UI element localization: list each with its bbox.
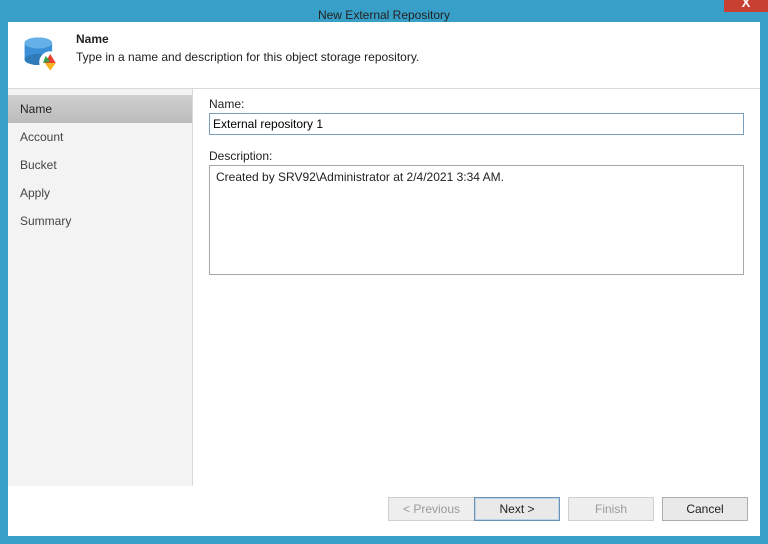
close-button[interactable]: X	[724, 0, 768, 12]
name-input[interactable]: External repository 1	[209, 113, 744, 135]
sidebar-item-bucket[interactable]: Bucket	[8, 151, 192, 179]
header-subtitle: Type in a name and description for this …	[76, 50, 419, 64]
wizard-body: Name Account Bucket Apply Summary Name: …	[8, 89, 760, 486]
sidebar-item-label: Account	[20, 130, 63, 144]
repository-cloud-icon	[20, 32, 64, 76]
nav-button-pair: < Previous Next >	[388, 497, 560, 521]
previous-button: < Previous	[388, 497, 474, 521]
sidebar-item-account[interactable]: Account	[8, 123, 192, 151]
button-label: < Previous	[403, 502, 460, 516]
sidebar-item-label: Apply	[20, 186, 50, 200]
sidebar-item-name[interactable]: Name	[8, 95, 192, 123]
dialog-window: New External Repository X Name Type in a…	[0, 0, 768, 544]
wizard-content: Name: External repository 1 Description:	[193, 89, 760, 486]
header-text: Name Type in a name and description for …	[76, 32, 419, 64]
close-icon: X	[742, 0, 751, 10]
name-input-value: External repository 1	[213, 117, 323, 131]
sidebar-item-label: Bucket	[20, 158, 57, 172]
finish-button: Finish	[568, 497, 654, 521]
description-textarea[interactable]	[209, 165, 744, 275]
window-title: New External Repository	[8, 0, 760, 30]
button-label: Finish	[595, 502, 627, 516]
button-label: Next >	[499, 502, 534, 516]
cancel-button[interactable]: Cancel	[662, 497, 748, 521]
wizard-header: Name Type in a name and description for …	[8, 22, 760, 89]
description-label: Description:	[209, 149, 744, 163]
wizard-steps-sidebar: Name Account Bucket Apply Summary	[8, 89, 193, 486]
next-button[interactable]: Next >	[474, 497, 560, 521]
header-title: Name	[76, 32, 419, 46]
sidebar-item-label: Summary	[20, 214, 71, 228]
sidebar-item-summary[interactable]: Summary	[8, 207, 192, 235]
button-label: Cancel	[686, 502, 723, 516]
sidebar-item-label: Name	[20, 102, 52, 116]
titlebar: New External Repository X	[8, 0, 760, 22]
name-label: Name:	[209, 97, 744, 111]
sidebar-item-apply[interactable]: Apply	[8, 179, 192, 207]
wizard-footer: < Previous Next > Finish Cancel	[8, 486, 760, 536]
